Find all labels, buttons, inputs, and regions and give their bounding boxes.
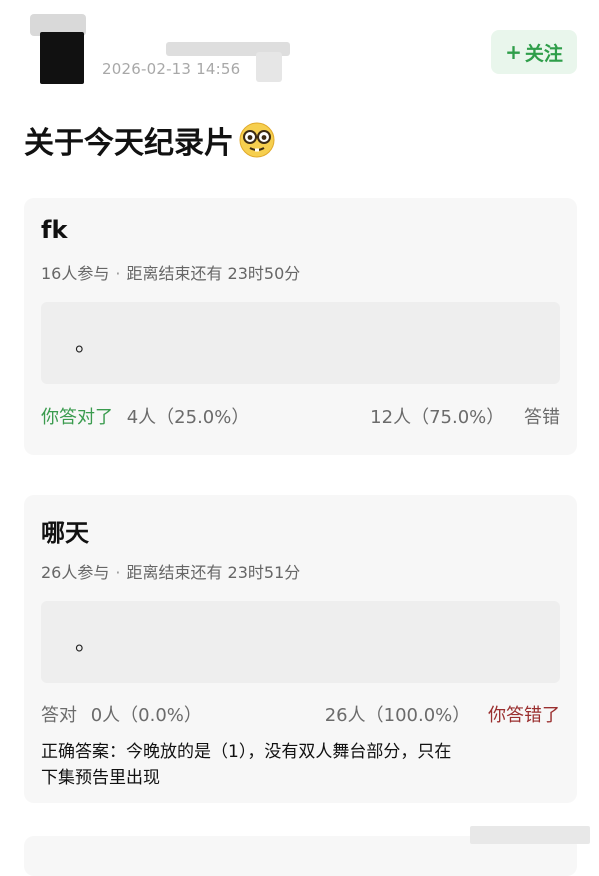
time-remaining: 距离结束还有 23时51分 (126, 563, 301, 582)
follow-label: 关注 (524, 42, 563, 65)
poll-question: 哪天 (41, 519, 89, 547)
poll-meta: 26人参与 · 距离结束还有 23时51分 (41, 559, 300, 583)
poll-option-text: 。 (75, 631, 98, 656)
participant-count: 26人参与 (41, 563, 110, 582)
poll-option[interactable]: 。 (41, 302, 560, 384)
participant-count: 16人参与 (41, 264, 110, 283)
wrong-count: 26人（100.0%） (324, 705, 471, 726)
correct-answer-note: 正确答案：今晚放的是（1），没有双人舞台部分，只在 下集预告里出现 (41, 739, 561, 791)
you-answered-correct-label: 你答对了 (41, 407, 113, 428)
answer-line: 下集预告里出现 (41, 768, 160, 788)
nerd-face-emoji-icon (239, 122, 275, 158)
wrong-stat: 26人（100.0%） 你答错了 (325, 701, 560, 727)
time-remaining: 距离结束还有 23时50分 (126, 264, 301, 283)
poll-option-text: 。 (75, 332, 98, 357)
correct-count: 4人（25.0%） (126, 407, 250, 428)
watermark (470, 826, 590, 844)
poll-meta: 16人参与 · 距离结束还有 23时50分 (41, 260, 300, 284)
post-header: 2026-02-13 14:56 + 关注 (0, 0, 599, 100)
meta-separator: · (115, 563, 121, 582)
post-title-text: 关于今天纪录片 (24, 126, 234, 161)
answer-line: 正确答案：今晚放的是（1），没有双人舞台部分，只在 (41, 742, 452, 762)
wrong-label: 答错 (524, 407, 560, 428)
poll-question: fk (41, 216, 68, 244)
correct-count: 0人（0.0%） (90, 705, 202, 726)
wrong-count: 12人（75.0%） (370, 407, 505, 428)
redacted-area (256, 52, 282, 82)
poll-card: 哪天 26人参与 · 距离结束还有 23时51分 。 答对 0人（0.0%） 26人… (24, 495, 577, 803)
poll-option[interactable]: 。 (41, 601, 560, 683)
poll-card: fk 16人参与 · 距离结束还有 23时50分 。 你答对了 4人（25.0%） … (24, 198, 577, 455)
correct-label: 答对 (41, 705, 77, 726)
post-title: 关于今天纪录片 (24, 118, 276, 162)
correct-stat: 答对 0人（0.0%） (41, 701, 202, 727)
you-answered-wrong-label: 你答错了 (488, 705, 560, 726)
correct-stat: 你答对了 4人（25.0%） (41, 403, 249, 429)
follow-button[interactable]: + 关注 (491, 30, 577, 74)
meta-separator: · (115, 264, 121, 283)
avatar[interactable] (40, 32, 84, 84)
plus-icon: + (505, 40, 522, 64)
wrong-stat: 12人（75.0%） 答错 (370, 403, 560, 429)
post-timestamp: 2026-02-13 14:56 (102, 60, 241, 78)
